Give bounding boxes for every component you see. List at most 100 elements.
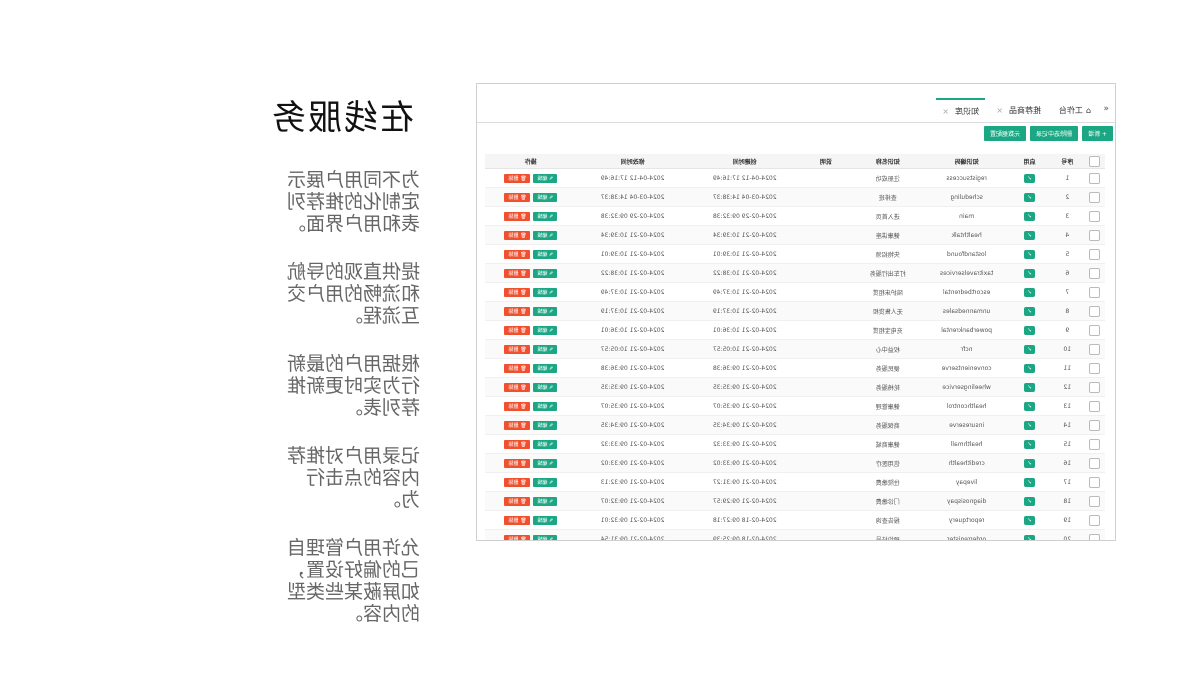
row-checkbox[interactable] [1084,491,1105,511]
row-enabled-toggle[interactable]: ✓ [1008,491,1051,511]
delete-button[interactable]: 🗑 删除 [504,192,531,202]
delete-button[interactable]: 🗑 删除 [504,268,531,278]
check-icon[interactable]: ✓ [1024,192,1036,202]
row-enabled-toggle[interactable]: ✓ [1008,263,1051,283]
row-checkbox[interactable] [1084,529,1105,541]
row-enabled-toggle[interactable]: ✓ [1008,225,1051,245]
row-enabled-toggle[interactable]: ✓ [1008,377,1051,397]
row-enabled-toggle[interactable]: ✓ [1008,396,1051,416]
select-all-checkbox[interactable] [1084,154,1105,169]
checkbox-icon[interactable] [1089,381,1101,393]
delete-button[interactable]: 🗑 删除 [504,211,531,221]
row-checkbox[interactable] [1084,396,1105,416]
delete-button[interactable]: 🗑 删除 [504,534,531,541]
row-checkbox[interactable] [1084,244,1105,264]
check-icon[interactable]: ✓ [1024,325,1036,335]
close-icon[interactable]: × [996,106,1003,115]
check-icon[interactable]: ✓ [1024,515,1036,525]
delete-button[interactable]: 🗑 删除 [504,249,531,259]
delete-button[interactable]: 🗑 删除 [504,420,531,430]
edit-button[interactable]: ✎ 编辑 [533,458,558,468]
row-enabled-toggle[interactable]: ✓ [1008,320,1051,340]
row-checkbox[interactable] [1084,320,1105,340]
check-icon[interactable]: ✓ [1024,173,1036,183]
edit-button[interactable]: ✎ 编辑 [533,477,558,487]
delete-button[interactable]: 🗑 删除 [504,306,531,316]
row-checkbox[interactable] [1084,187,1105,207]
check-icon[interactable]: ✓ [1024,268,1036,278]
row-enabled-toggle[interactable]: ✓ [1008,301,1051,321]
edit-button[interactable]: ✎ 编辑 [533,173,558,183]
row-checkbox[interactable] [1084,358,1105,378]
row-checkbox[interactable] [1084,510,1105,530]
checkbox-icon[interactable] [1089,476,1101,488]
edit-button[interactable]: ✎ 编辑 [533,382,558,392]
tab-knowledge-base[interactable]: 知识库 × [936,98,985,122]
checkbox-icon[interactable] [1089,267,1101,279]
edit-button[interactable]: ✎ 编辑 [533,287,558,297]
delete-button[interactable]: 🗑 删除 [504,363,531,373]
checkbox-icon[interactable] [1089,533,1101,541]
delete-button[interactable]: 🗑 删除 [504,325,531,335]
edit-button[interactable]: ✎ 编辑 [533,306,558,316]
edit-button[interactable]: ✎ 编辑 [533,249,558,259]
collapse-icon[interactable]: « [1103,104,1109,114]
row-enabled-toggle[interactable]: ✓ [1008,415,1051,435]
row-enabled-toggle[interactable]: ✓ [1008,472,1051,492]
edit-button[interactable]: ✎ 编辑 [533,325,558,335]
edit-button[interactable]: ✎ 编辑 [533,496,558,506]
row-checkbox[interactable] [1084,263,1105,283]
delete-button[interactable]: 🗑 删除 [504,230,531,240]
check-icon[interactable]: ✓ [1024,534,1036,541]
checkbox-icon[interactable] [1089,248,1101,260]
check-icon[interactable]: ✓ [1024,477,1036,487]
checkbox-icon[interactable] [1089,438,1101,450]
row-enabled-toggle[interactable]: ✓ [1008,529,1051,541]
check-icon[interactable]: ✓ [1024,382,1036,392]
check-icon[interactable]: ✓ [1024,344,1036,354]
check-icon[interactable]: ✓ [1024,401,1036,411]
row-enabled-toggle[interactable]: ✓ [1008,453,1051,473]
checkbox-icon[interactable] [1089,400,1101,412]
row-enabled-toggle[interactable]: ✓ [1008,510,1051,530]
row-enabled-toggle[interactable]: ✓ [1008,282,1051,302]
checkbox-icon[interactable] [1089,172,1101,184]
checkbox-icon[interactable] [1089,191,1101,203]
row-enabled-toggle[interactable]: ✓ [1008,434,1051,454]
checkbox-icon[interactable] [1089,362,1101,374]
checkbox-icon[interactable] [1089,457,1101,469]
edit-button[interactable]: ✎ 编辑 [533,230,558,240]
check-icon[interactable]: ✓ [1024,496,1036,506]
tab-workbench[interactable]: ⌂ 工作台 [1053,98,1097,122]
row-enabled-toggle[interactable]: ✓ [1008,339,1051,359]
edit-button[interactable]: ✎ 编辑 [533,211,558,221]
row-checkbox[interactable] [1084,225,1105,245]
check-icon[interactable]: ✓ [1024,439,1036,449]
edit-button[interactable]: ✎ 编辑 [533,363,558,373]
edit-button[interactable]: ✎ 编辑 [533,401,558,411]
check-icon[interactable]: ✓ [1024,230,1036,240]
row-enabled-toggle[interactable]: ✓ [1008,187,1051,207]
checkbox-icon[interactable] [1089,286,1101,298]
edit-button[interactable]: ✎ 编辑 [533,344,558,354]
checkbox-icon[interactable] [1089,305,1101,317]
checkbox-icon[interactable] [1089,229,1101,241]
delete-button[interactable]: 🗑 删除 [504,401,531,411]
check-icon[interactable]: ✓ [1024,420,1036,430]
row-checkbox[interactable] [1084,168,1105,188]
row-checkbox[interactable] [1084,415,1105,435]
check-icon[interactable]: ✓ [1024,211,1036,221]
row-checkbox[interactable] [1084,377,1105,397]
delete-button[interactable]: 🗑 删除 [504,382,531,392]
edit-button[interactable]: ✎ 编辑 [533,515,558,525]
delete-button[interactable]: 🗑 删除 [504,458,531,468]
checkbox-icon[interactable] [1089,419,1101,431]
row-enabled-toggle[interactable]: ✓ [1008,206,1051,226]
delete-button[interactable]: 🗑 删除 [504,477,531,487]
delete-button[interactable]: 🗑 删除 [504,496,531,506]
check-icon[interactable]: ✓ [1024,458,1036,468]
checkbox-icon[interactable] [1089,514,1101,526]
metadata-config-button[interactable]: 元数据配置 [984,126,1027,141]
delete-button[interactable]: 🗑 删除 [504,344,531,354]
row-checkbox[interactable] [1084,206,1105,226]
